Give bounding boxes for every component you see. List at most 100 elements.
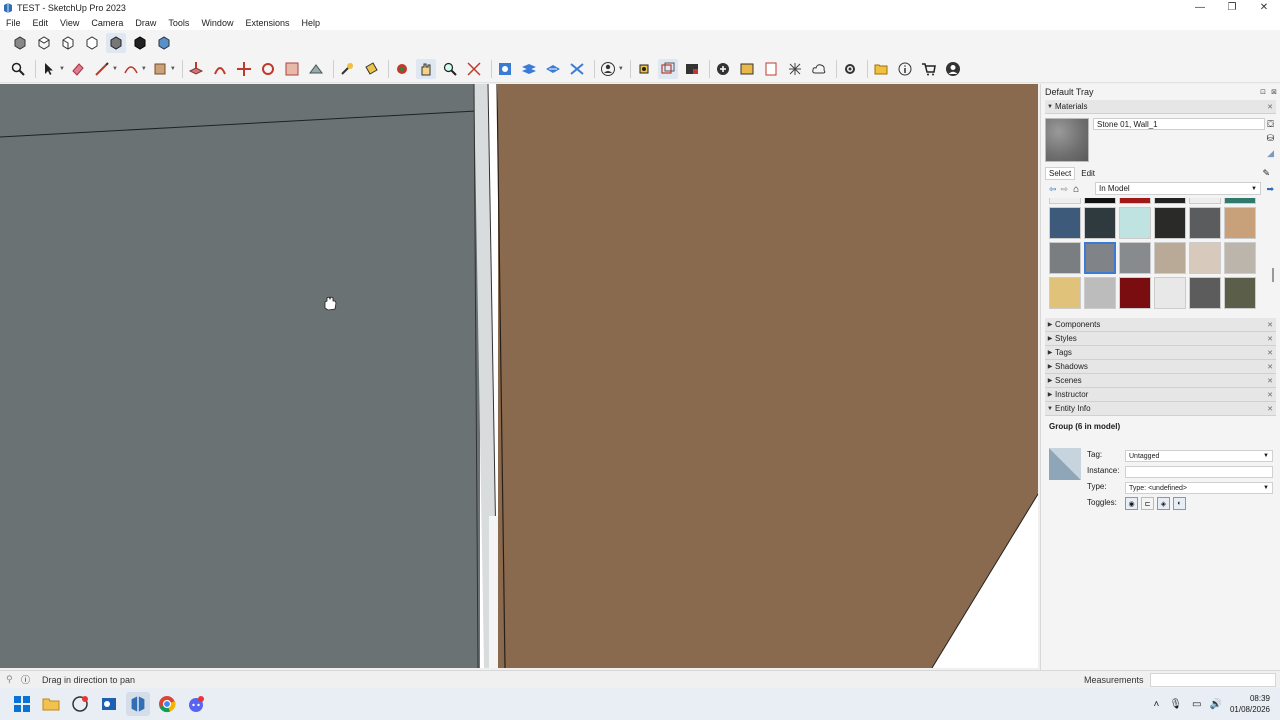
create-material-icon[interactable]: ⛁ — [1266, 133, 1274, 144]
material-swatch[interactable] — [1084, 207, 1116, 239]
geo-location-status-icon[interactable]: ⚲ — [6, 674, 13, 685]
minimize-button[interactable]: — — [1184, 0, 1216, 15]
material-swatch[interactable] — [1084, 277, 1116, 309]
shadows-panel-header[interactable]: ▶ Shadows ✕ — [1045, 360, 1276, 374]
material-swatch[interactable] — [1154, 277, 1186, 309]
material-swatch-partial[interactable] — [1189, 198, 1221, 204]
material-swatch[interactable] — [1189, 207, 1221, 239]
right-view-button[interactable] — [82, 33, 102, 53]
extension-warehouse-button[interactable] — [682, 59, 702, 79]
outlook-taskbar-button[interactable] — [97, 692, 121, 716]
instance-input[interactable] — [1125, 466, 1273, 478]
orbit-tool-button[interactable] — [392, 59, 412, 79]
top-view-button[interactable] — [34, 33, 54, 53]
line-tool-button[interactable] — [92, 59, 112, 79]
menu-extensions[interactable]: Extensions — [245, 18, 289, 28]
home-icon[interactable]: ⌂ — [1073, 184, 1079, 195]
move-tool-button[interactable] — [234, 59, 254, 79]
start-button[interactable] — [10, 692, 34, 716]
details-arrow-icon[interactable]: ➡ — [1266, 184, 1274, 195]
material-swatch[interactable] — [1224, 242, 1256, 274]
chevron-down-icon[interactable]: ▼ — [112, 66, 118, 72]
bottom-view-button[interactable] — [154, 33, 174, 53]
close-button[interactable]: ✕ — [1248, 0, 1280, 15]
tape-tool-button[interactable] — [337, 59, 357, 79]
scale-tool-button[interactable] — [282, 59, 302, 79]
measurements-input[interactable] — [1150, 673, 1276, 687]
menu-help[interactable]: Help — [301, 18, 320, 28]
collection-select[interactable]: In Model ▼ — [1095, 182, 1261, 195]
left-view-button[interactable] — [130, 33, 150, 53]
push-pull-tool-button[interactable] — [186, 59, 206, 79]
trimble-connect-button[interactable] — [785, 59, 805, 79]
offset-tool-button[interactable] — [210, 59, 230, 79]
close-icon[interactable]: ✕ — [1267, 363, 1273, 371]
forward-arrow-icon[interactable]: ⇨ — [1061, 184, 1069, 195]
material-swatch[interactable] — [1189, 277, 1221, 309]
lock-toggle-icon[interactable]: ⊏ — [1141, 497, 1154, 510]
default-material-icon[interactable]: ◢ — [1267, 148, 1274, 159]
menu-draw[interactable]: Draw — [135, 18, 156, 28]
zoom-tool-button[interactable] — [440, 59, 460, 79]
info-status-icon[interactable]: ⓘ — [21, 673, 30, 686]
menu-edit[interactable]: Edit — [33, 18, 49, 28]
instructor-panel-header[interactable]: ▶ Instructor ✕ — [1045, 388, 1276, 402]
layer-tool-button[interactable] — [519, 59, 539, 79]
material-swatch[interactable] — [1224, 207, 1256, 239]
material-swatch[interactable] — [1049, 242, 1081, 274]
menu-window[interactable]: Window — [201, 18, 233, 28]
material-swatch-partial[interactable] — [1049, 198, 1081, 204]
swatch-grid-scrollbar[interactable] — [1272, 268, 1274, 282]
maximize-button[interactable]: ❐ — [1216, 0, 1248, 15]
chevron-down-icon[interactable]: ▼ — [170, 66, 176, 72]
warehouse-button[interactable] — [657, 59, 678, 79]
material-swatch-partial[interactable] — [1154, 198, 1186, 204]
menu-camera[interactable]: Camera — [91, 18, 123, 28]
search-button[interactable] — [8, 59, 28, 79]
shapes-tool-button[interactable] — [150, 59, 170, 79]
close-icon[interactable]: ⊠ — [1271, 88, 1277, 96]
back-arrow-icon[interactable]: ⇦ — [1049, 184, 1057, 195]
hidden-toggle-eye-icon[interactable]: ◉ — [1125, 497, 1138, 510]
material-swatch[interactable] — [1154, 207, 1186, 239]
material-swatch[interactable] — [1049, 277, 1081, 309]
solids-tool-button[interactable] — [567, 59, 587, 79]
geo-location-button[interactable] — [634, 59, 654, 79]
info-button[interactable] — [895, 59, 915, 79]
tag-select[interactable]: Untagged ▼ — [1125, 450, 1273, 462]
layout-send-button[interactable] — [761, 59, 781, 79]
chevron-down-icon[interactable]: ▼ — [59, 66, 65, 72]
tab-edit[interactable]: Edit — [1081, 169, 1095, 178]
material-swatch[interactable] — [1189, 242, 1221, 274]
model-viewport[interactable] — [0, 84, 1038, 668]
material-swatch[interactable] — [1119, 277, 1151, 309]
folder-button[interactable] — [871, 59, 891, 79]
display-secondary-icon[interactable]: ⛋ — [1267, 119, 1274, 130]
material-swatch[interactable] — [1119, 242, 1151, 274]
close-icon[interactable]: ✕ — [1267, 321, 1273, 329]
material-swatch[interactable] — [1224, 277, 1256, 309]
volume-icon[interactable]: 🔊 — [1210, 699, 1222, 710]
sketchup-taskbar-button[interactable] — [126, 692, 150, 716]
material-swatch[interactable] — [1084, 242, 1116, 274]
file-explorer-taskbar-button[interactable] — [39, 692, 63, 716]
cart-button[interactable] — [919, 59, 939, 79]
chrome-taskbar-button[interactable] — [155, 692, 179, 716]
material-swatch[interactable] — [1119, 207, 1151, 239]
paint-tool-button[interactable] — [361, 59, 381, 79]
material-name-field[interactable]: Stone 01, Wall_1 — [1093, 118, 1265, 130]
iso-view-button[interactable] — [10, 33, 30, 53]
close-icon[interactable]: ✕ — [1267, 103, 1273, 111]
arc-tool-button[interactable] — [121, 59, 141, 79]
type-select[interactable]: Type: <undefined> ▼ — [1125, 482, 1273, 494]
styles-panel-header[interactable]: ▶ Styles ✕ — [1045, 332, 1276, 346]
chevron-down-icon[interactable]: ▼ — [141, 66, 147, 72]
photo-textures-button[interactable] — [737, 59, 757, 79]
profile-button[interactable] — [943, 59, 963, 79]
account-menu-button[interactable] — [598, 59, 618, 79]
chevron-up-icon[interactable]: ˄ — [1154, 699, 1160, 710]
microphone-icon[interactable]: 🎙 — [1169, 699, 1182, 710]
eraser-tool-button[interactable] — [68, 59, 88, 79]
xray-tool-button[interactable] — [543, 59, 563, 79]
material-swatch-partial[interactable] — [1084, 198, 1116, 204]
